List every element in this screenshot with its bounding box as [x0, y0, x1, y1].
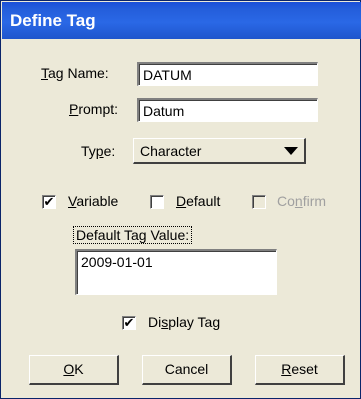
confirm-label: Confirm [277, 193, 327, 209]
default-tag-value-label: Default Tag Value: [73, 226, 193, 244]
cancel-button[interactable]: Cancel [142, 355, 232, 385]
dialog-body: Tag Name: DATUM Prompt: Datum Type: Char… [5, 39, 358, 396]
default-tag-value-field[interactable]: 2009-01-01 [75, 249, 277, 295]
default-label: Default [176, 193, 221, 209]
display-tag-checkbox[interactable]: ✔ [122, 316, 136, 330]
tag-name-label: Tag Name: [41, 65, 109, 81]
display-tag-label: Display Tag [148, 314, 221, 330]
ok-button[interactable]: OK [29, 355, 119, 385]
chevron-down-icon[interactable] [284, 147, 298, 155]
type-label: Type: [81, 143, 116, 159]
confirm-checkbox[interactable] [252, 195, 266, 209]
prompt-field[interactable]: Datum [137, 98, 318, 122]
variable-label: Variable [68, 193, 119, 209]
tag-name-field[interactable]: DATUM [137, 62, 318, 86]
variable-checkbox[interactable]: ✔ [42, 195, 56, 209]
prompt-label: Prompt: [69, 101, 119, 117]
dialog-title[interactable]: Define Tag [2, 2, 361, 39]
type-dropdown[interactable]: Character [133, 138, 306, 164]
default-checkbox[interactable] [150, 195, 164, 209]
type-dropdown-value: Character [140, 143, 202, 159]
define-tag-dialog: Define Tag Tag Name: DATUM Prompt: Datum… [0, 0, 361, 399]
reset-button[interactable]: Reset [255, 355, 345, 385]
